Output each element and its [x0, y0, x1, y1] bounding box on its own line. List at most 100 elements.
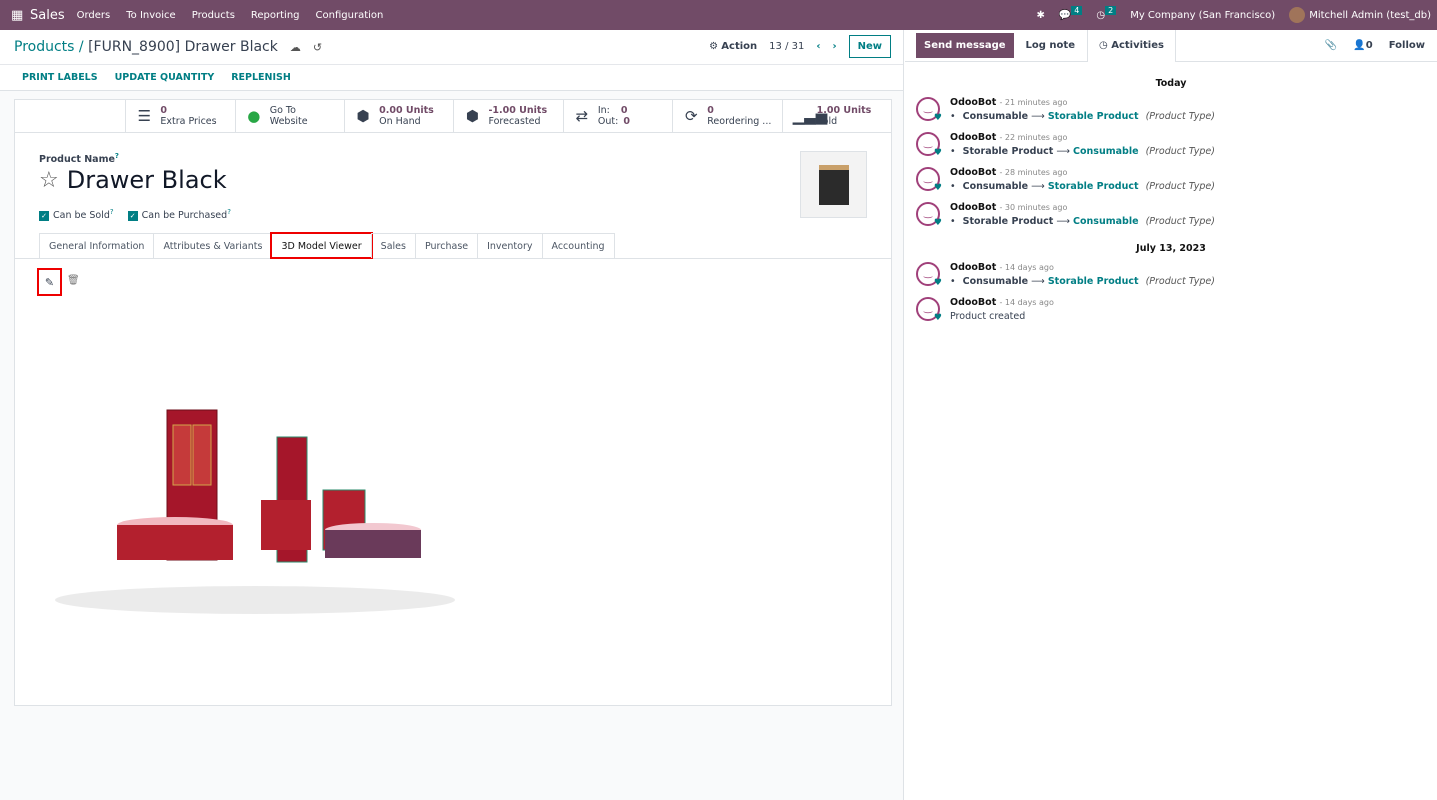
- message-item: ‿ OdooBot - 21 minutes ago • Consumable ⟶ …: [905, 97, 1437, 123]
- message-item: ‿ OdooBot - 14 days ago Product created: [905, 297, 1437, 323]
- breadcrumb: Products / [FURN_8900] Drawer Black: [14, 39, 278, 55]
- cloud-save-icon[interactable]: ☁: [290, 41, 301, 54]
- tab-general-information[interactable]: General Information: [39, 233, 155, 258]
- new-button[interactable]: New: [848, 35, 891, 58]
- old-value: Consumable: [962, 276, 1029, 287]
- message-time: - 14 days ago: [999, 298, 1054, 307]
- company-switcher[interactable]: My Company (San Francisco): [1130, 10, 1275, 21]
- messages-button[interactable]: 💬 4: [1058, 5, 1083, 21]
- can-be-purchased-checkbox[interactable]: ✓ Can be Purchased?: [127, 208, 231, 221]
- message-author[interactable]: OdooBot: [950, 202, 996, 213]
- product-title: ☆ Drawer Black: [39, 166, 227, 194]
- pager-prev-icon[interactable]: ‹: [816, 41, 820, 52]
- apps-grid-icon[interactable]: ▦: [11, 8, 25, 23]
- extra-prices-button[interactable]: ☰ 0 Extra Prices: [125, 100, 234, 132]
- date-separator: July 13, 2023: [1136, 243, 1206, 254]
- tab-attributes-variants[interactable]: Attributes & Variants: [153, 233, 273, 258]
- arrow-icon: ⟶: [1031, 276, 1045, 287]
- user-menu[interactable]: Mitchell Admin (test_db): [1289, 7, 1431, 23]
- chat-icon: 💬: [1058, 9, 1072, 21]
- top-navbar: ▦ Sales Orders To Invoice Products Repor…: [0, 0, 1437, 30]
- old-value: Storable Product: [962, 146, 1054, 157]
- arrow-icon: ⟶: [1056, 216, 1071, 227]
- 3d-model-preview[interactable]: [55, 400, 475, 620]
- pager-next-icon[interactable]: ›: [832, 41, 836, 52]
- log-note-button[interactable]: Log note: [1014, 40, 1087, 51]
- tab-purchase[interactable]: Purchase: [414, 233, 479, 258]
- cubes-icon: ⬢: [465, 107, 480, 125]
- message-author[interactable]: OdooBot: [950, 297, 996, 308]
- message-item: ‿ OdooBot - 22 minutes ago • Storable Prod…: [905, 132, 1437, 158]
- new-value: Storable Product: [1047, 276, 1139, 287]
- on-hand-button[interactable]: ⬢ 0.00 Units On Hand: [344, 100, 453, 132]
- message-time: - 28 minutes ago: [999, 168, 1068, 177]
- edit-pencil-icon[interactable]: ✎: [37, 268, 62, 296]
- date-separator: Today: [1155, 78, 1187, 89]
- sold-button[interactable]: ▁▃▅ 1.00 Units Sold: [781, 100, 891, 132]
- forecasted-button[interactable]: ⬢ -1.00 Units Forecasted: [453, 100, 562, 132]
- field-name: (Product Type): [1145, 146, 1215, 157]
- trash-icon[interactable]: 🗑: [67, 275, 80, 286]
- new-value: Consumable: [1073, 216, 1139, 227]
- old-value: Consumable: [962, 111, 1029, 122]
- avatar: [1289, 7, 1306, 23]
- tab-accounting[interactable]: Accounting: [541, 233, 615, 258]
- product-name-field[interactable]: Drawer Black: [67, 166, 227, 194]
- product-image[interactable]: [800, 151, 867, 218]
- print-labels-button[interactable]: PRINT LABELS: [22, 72, 98, 83]
- followers-button[interactable]: 👤0: [1353, 40, 1372, 51]
- menu-orders[interactable]: Orders: [77, 10, 111, 21]
- discard-undo-icon[interactable]: ↺: [313, 41, 322, 54]
- reordering-button[interactable]: ⟳ 0 Reordering ...: [672, 100, 781, 132]
- debug-bug-icon[interactable]: ✱: [1036, 10, 1044, 21]
- field-name: (Product Type): [1145, 181, 1215, 192]
- chatter-topbar: Send message Log note ◷ Activities 📎 👤0 …: [905, 29, 1437, 62]
- message-time: - 22 minutes ago: [999, 133, 1068, 142]
- app-name[interactable]: Sales: [30, 8, 65, 23]
- tab-inventory[interactable]: Inventory: [477, 233, 543, 258]
- drawer-image: [818, 164, 849, 205]
- menu-to-invoice[interactable]: To Invoice: [126, 10, 175, 21]
- message-item: ‿ OdooBot - 28 minutes ago • Consumable ⟶ …: [905, 167, 1437, 193]
- paperclip-icon[interactable]: 📎: [1325, 40, 1337, 51]
- message-author[interactable]: OdooBot: [950, 97, 996, 108]
- menu-products[interactable]: Products: [192, 10, 235, 21]
- menu-reporting[interactable]: Reporting: [251, 10, 300, 21]
- globe-icon: ●: [247, 107, 261, 125]
- product-checkboxes: ✓ Can be Sold? ✓ Can be Purchased?: [39, 208, 231, 221]
- star-icon[interactable]: ☆: [39, 168, 59, 193]
- field-name: (Product Type): [1145, 216, 1215, 227]
- message-list: Today ‿ OdooBot - 21 minutes ago • Consumab…: [905, 78, 1437, 323]
- replenish-button[interactable]: REPLENISH: [231, 72, 291, 83]
- field-name: (Product Type): [1145, 276, 1215, 287]
- update-quantity-button[interactable]: UPDATE QUANTITY: [115, 72, 215, 83]
- message-author[interactable]: OdooBot: [950, 167, 996, 178]
- tab-sales[interactable]: Sales: [370, 233, 416, 258]
- control-panel: Products / [FURN_8900] Drawer Black ☁ ↺ …: [0, 30, 903, 64]
- message-time: - 21 minutes ago: [999, 98, 1068, 107]
- action-menu[interactable]: ⚙ Action: [709, 41, 757, 52]
- breadcrumb-products[interactable]: Products: [14, 39, 74, 55]
- new-value: Storable Product: [1047, 181, 1139, 192]
- product-name-label: Product Name?: [39, 152, 119, 166]
- activities-button[interactable]: ◷ Activities: [1086, 29, 1176, 62]
- menu-configuration[interactable]: Configuration: [316, 10, 384, 21]
- pager-value[interactable]: 13 / 31: [769, 41, 804, 52]
- message-item: ‿ OdooBot - 14 days ago • Consumable ⟶ Sto…: [905, 262, 1437, 288]
- message-author[interactable]: OdooBot: [950, 132, 996, 143]
- website-button[interactable]: ● Go To Website: [234, 100, 344, 132]
- send-message-button[interactable]: Send message: [916, 33, 1014, 58]
- message-author[interactable]: OdooBot: [950, 262, 996, 273]
- odoobot-avatar: ‿: [916, 262, 942, 288]
- in-out-button[interactable]: ⇄ In: 0 Out: 0: [562, 100, 672, 132]
- cubes-icon: ⬢: [356, 107, 370, 125]
- help-tooltip[interactable]: ?: [115, 152, 119, 160]
- activities-button[interactable]: ◷ 2: [1096, 5, 1117, 21]
- message-body: Product created: [950, 311, 1026, 322]
- tracking-change: • Consumable ⟶ Storable Product (Product…: [950, 276, 1215, 287]
- refresh-icon: ⟳: [684, 107, 698, 125]
- follow-button[interactable]: Follow: [1389, 40, 1425, 51]
- tab-3d-model-viewer[interactable]: 3D Model Viewer: [270, 232, 373, 259]
- form-view: Products / [FURN_8900] Drawer Black ☁ ↺ …: [0, 30, 904, 800]
- can-be-sold-checkbox[interactable]: ✓ Can be Sold?: [39, 208, 114, 221]
